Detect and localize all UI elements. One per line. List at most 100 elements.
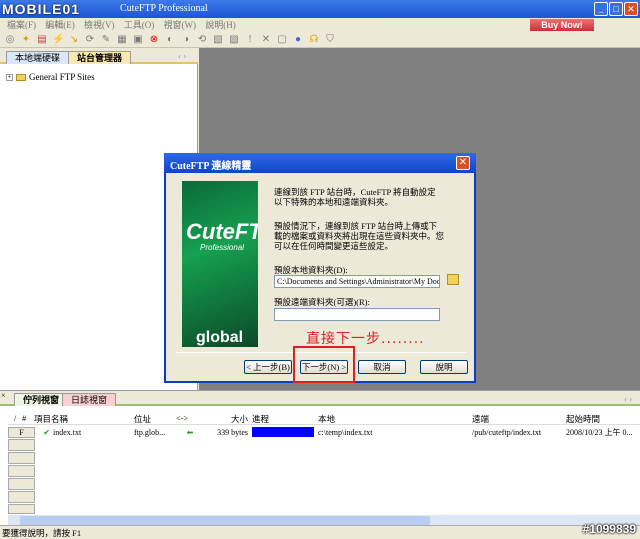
- local-folder-input[interactable]: C:\Documents and Settings\Administrator\…: [274, 275, 440, 288]
- browse-folder-icon[interactable]: [447, 274, 459, 285]
- disconnect-icon[interactable]: ↘: [68, 34, 80, 46]
- dialog-close-button[interactable]: ✕: [456, 156, 470, 170]
- delete-icon[interactable]: ✕: [260, 34, 272, 46]
- window-title: CuteFTP Professional: [120, 3, 208, 14]
- queue-header: / # 項目名稱 位址 <-> 大小 進程 本地 遠端 起始時間: [8, 413, 640, 425]
- row-header: [8, 504, 35, 514]
- banner-logo: CuteFTP: [186, 219, 258, 244]
- left-tabs: 本地端硬碟 站台管理器 ‹ ›: [0, 48, 198, 64]
- properties-icon[interactable]: ▢: [276, 34, 288, 46]
- download-arrow-icon: ⬅: [186, 427, 194, 437]
- status-text: 要獲得說明，請按 F1: [2, 528, 82, 538]
- row-header: [8, 465, 35, 477]
- dialog-title: CuteFTP 連線精靈: [164, 153, 476, 173]
- download-icon[interactable]: ◐: [164, 34, 176, 46]
- globe-icon[interactable]: ●: [292, 34, 304, 46]
- row-header: [8, 491, 35, 503]
- local-folder-label: 預設本地資料夾(D):: [274, 265, 348, 275]
- cancel-button[interactable]: 取消: [358, 360, 406, 374]
- info-text: 預設情況下，連線到該 FTP 站台時上傳或下載的檔案或資料夾將出現在這些資料夾中…: [274, 221, 445, 251]
- tab-local-drives[interactable]: 本地端硬碟: [6, 51, 70, 64]
- row-local: c:\temp\index.txt: [318, 427, 373, 437]
- panel-close-icon[interactable]: ×: [1, 391, 6, 400]
- tab-site-manager[interactable]: 站台管理器: [68, 51, 132, 64]
- row-progress-bar: [252, 427, 318, 437]
- tab-log[interactable]: 日誌視窗: [62, 393, 117, 406]
- intro-text: 連線到該 FTP 站台時，CuteFTP 將自動設定以下特殊的本地和遠端資料夾。: [274, 187, 436, 207]
- shield-icon[interactable]: ⛉: [324, 34, 336, 46]
- status-bar: 要獲得說明，請按 F1: [0, 525, 640, 538]
- watermark-logo: MOBILE01: [2, 1, 81, 17]
- remote-folder-label: 預設遠端資料夾(可選)(R):: [274, 297, 370, 307]
- menu-edit[interactable]: 編輯(E): [45, 18, 75, 32]
- minimize-button[interactable]: _: [594, 2, 608, 16]
- row-size: 339 bytes: [217, 427, 248, 437]
- wizard-icon[interactable]: ✦: [20, 34, 32, 46]
- watermark-id: #1099839: [582, 522, 636, 536]
- bottom-tabs: × 佇列視窗 日誌視窗 ‹ ›: [0, 391, 640, 406]
- maximize-button[interactable]: □: [609, 2, 623, 16]
- buy-now-button[interactable]: Buy Now!: [530, 19, 594, 31]
- col-number[interactable]: #: [22, 413, 34, 424]
- bottom-panel: × 佇列視窗 日誌視窗 ‹ › / # 項目名稱 位址 <-> 大小 進程 本地…: [0, 390, 640, 526]
- row-header: [8, 439, 35, 451]
- menu-help[interactable]: 說明(H): [205, 18, 236, 32]
- col-address[interactable]: 位址: [134, 413, 176, 424]
- tab-scroll-arrows[interactable]: ‹ ›: [624, 394, 632, 404]
- banner-sub: Professional: [200, 243, 245, 252]
- quick-connect-icon[interactable]: ⚡: [52, 34, 64, 46]
- rename-icon[interactable]: ▨: [228, 34, 240, 46]
- queue-row[interactable]: F ✔ index.txt ftp.glob... ⬅ 339 bytes c:…: [8, 426, 640, 438]
- toolbar: ◎ ✦ ▤ ⚡ ↘ ⟳ ✎ ▦ ▣ ⊗ ◐ ◑ ⟲ ▧ ▨ ! ✕ ▢ ● ☊ …: [0, 32, 640, 48]
- row-header: [8, 478, 35, 490]
- menu-file[interactable]: 檔案(F): [7, 18, 36, 32]
- edit-icon[interactable]: ▧: [212, 34, 224, 46]
- row-remote: /pub/cuteftp/index.txt: [472, 427, 542, 437]
- cancel-icon[interactable]: ⊗: [148, 34, 160, 46]
- reconnect-icon[interactable]: ⟳: [84, 34, 96, 46]
- connect-icon[interactable]: ◎: [4, 34, 16, 46]
- check-icon: ✔: [43, 427, 50, 437]
- connection-wizard-dialog: CuteFTP 連線精靈 ✕ CuteFTP Professional glob…: [164, 153, 476, 383]
- tab-scroll-arrows[interactable]: ‹ ›: [178, 51, 186, 61]
- queue-icon[interactable]: ▦: [116, 34, 128, 46]
- cuteftp-banner: CuteFTP Professional global: [182, 181, 258, 347]
- row-flag: F: [8, 426, 35, 438]
- tree-label: General FTP Sites: [29, 72, 95, 82]
- row-header: [8, 452, 35, 464]
- banner-brand: global: [196, 329, 244, 346]
- new-site-icon[interactable]: ▤: [36, 34, 48, 46]
- col-name[interactable]: 項目名稱: [34, 413, 134, 424]
- annotation-highlight-box: [293, 346, 355, 383]
- scrollbar-thumb[interactable]: [20, 516, 430, 525]
- help-button[interactable]: 說明: [420, 360, 468, 374]
- upload-icon[interactable]: ◑: [180, 34, 192, 46]
- folder-icon: [16, 73, 26, 81]
- help-icon[interactable]: ☊: [308, 34, 320, 46]
- col-progress[interactable]: 進程: [252, 413, 318, 424]
- menu-view[interactable]: 檢視(V): [84, 18, 115, 32]
- back-button[interactable]: < 上一步(B): [244, 360, 292, 374]
- tab-queue[interactable]: 佇列視窗: [14, 393, 69, 406]
- page-icon[interactable]: ▣: [132, 34, 144, 46]
- tree-item-general-ftp-sites[interactable]: + General FTP Sites: [6, 72, 95, 82]
- col-local[interactable]: 本地: [318, 413, 472, 424]
- expand-icon[interactable]: +: [6, 73, 13, 81]
- row-name: index.txt: [53, 427, 82, 437]
- menu-tools[interactable]: 工具(O): [124, 18, 155, 32]
- stop-icon[interactable]: ✎: [100, 34, 112, 46]
- menu-window[interactable]: 視窗(W): [164, 18, 197, 32]
- exclamation-icon[interactable]: !: [244, 34, 256, 46]
- row-address: ftp.glob...: [134, 427, 166, 437]
- refresh-icon[interactable]: ⟲: [196, 34, 208, 46]
- col-remote[interactable]: 遠端: [472, 413, 566, 424]
- title-bar: MOBILE01 CuteFTP Professional _ □ ✕: [0, 0, 640, 18]
- col-size[interactable]: 大小: [204, 413, 252, 424]
- col-direction[interactable]: <->: [176, 413, 204, 424]
- annotation-text: 直接下一步........: [306, 331, 425, 347]
- remote-folder-input[interactable]: [274, 308, 440, 321]
- row-start-time: 2008/10/23 上午 0...: [566, 427, 633, 437]
- close-button[interactable]: ✕: [624, 2, 638, 16]
- col-start-time[interactable]: 起始時間: [566, 413, 636, 424]
- col-flag[interactable]: /: [8, 413, 22, 424]
